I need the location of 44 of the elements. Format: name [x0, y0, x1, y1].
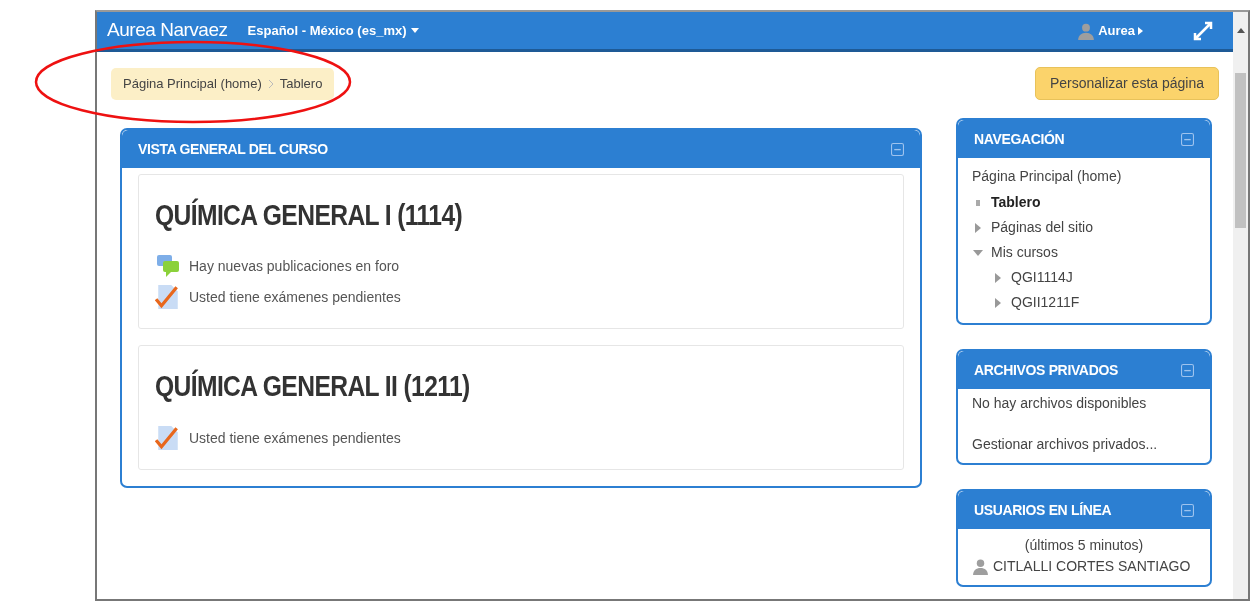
chevron-icon	[267, 78, 274, 89]
scrollbar[interactable]	[1233, 12, 1248, 599]
user-icon	[972, 558, 989, 575]
caret-icon	[410, 28, 419, 33]
collapse-icon[interactable]	[891, 142, 904, 156]
collapse-icon[interactable]	[1181, 363, 1194, 377]
course-notice[interactable]: Usted tiene exámenes pendientes	[189, 286, 401, 308]
language-menu[interactable]: Español - México (es_mx)	[247, 20, 419, 41]
empty-files-message: No hay archivos disponibles	[972, 394, 1148, 413]
block-title: NAVEGACIÓN	[974, 129, 1065, 149]
expanded-caret-icon[interactable]	[972, 247, 984, 258]
user-menu[interactable]: Aurea	[1077, 20, 1143, 41]
chat-bubbles-icon	[155, 254, 181, 278]
manage-files-link[interactable]: Gestionar archivos privados...	[972, 434, 1196, 455]
block-title: ARCHIVOS PRIVADOS	[974, 360, 1118, 380]
collapse-icon[interactable]	[1181, 132, 1194, 146]
block-title: VISTA GENERAL DEL CURSO	[138, 139, 328, 159]
breadcrumb-link[interactable]: Tablero	[279, 73, 323, 94]
user-icon	[1077, 21, 1096, 40]
caret-icon	[1138, 26, 1143, 35]
course-notice[interactable]: Hay nuevas publicaciones en foro	[189, 255, 400, 277]
online-user-link[interactable]: CITLALLI CORTES SANTIAGO	[993, 556, 1191, 577]
scrollbar-thumb[interactable]	[1235, 73, 1246, 228]
collapse-icon[interactable]	[1181, 503, 1194, 517]
fullscreen-icon[interactable]	[1193, 20, 1213, 41]
time-period-note: (últimos 5 minutos)	[1023, 536, 1145, 555]
collapsed-caret-icon[interactable]	[993, 271, 1003, 284]
bullet-icon	[976, 199, 980, 206]
nav-root-link[interactable]: Página Principal (home)	[972, 166, 1196, 190]
nav-item[interactable]: QGII1211F	[1011, 292, 1080, 313]
nav-item[interactable]: QGI1114J	[1011, 267, 1073, 288]
checked-document-icon	[155, 284, 181, 310]
nav-item[interactable]: Mis cursos	[991, 242, 1058, 263]
block-title: USUARIOS EN LÍNEA	[974, 500, 1112, 520]
nav-item[interactable]: Tablero	[991, 192, 1041, 213]
breadcrumb-link[interactable]: Página Principal (home)	[123, 73, 262, 94]
scroll-up-icon[interactable]	[1236, 28, 1245, 33]
collapsed-caret-icon[interactable]	[993, 296, 1003, 309]
course-notice[interactable]: Usted tiene exámenes pendientes	[189, 427, 401, 449]
customize-page-button[interactable]: Personalizar esta página	[1034, 67, 1219, 100]
checked-document-icon	[155, 425, 181, 451]
nav-item[interactable]: Páginas del sitio	[991, 217, 1093, 238]
site-name[interactable]: Aurea Narvaez	[107, 16, 228, 45]
collapsed-caret-icon[interactable]	[973, 221, 983, 234]
